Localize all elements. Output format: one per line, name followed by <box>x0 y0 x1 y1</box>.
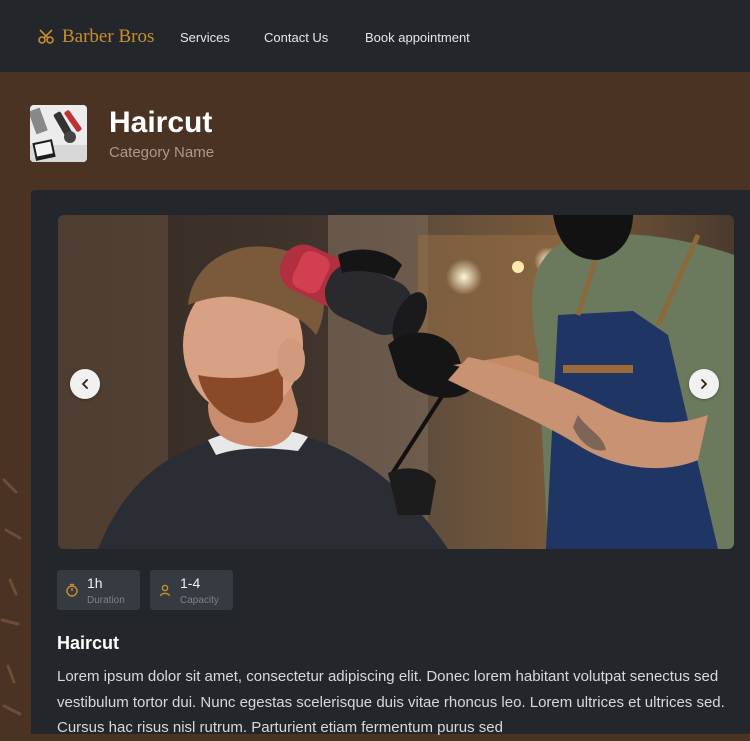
duration-label: Duration <box>87 595 125 606</box>
category-name: Category Name <box>109 144 215 161</box>
scissors-icon <box>38 29 54 44</box>
capacity-stat: 1-4 Capacity <box>150 570 233 610</box>
capacity-value: 1-4 <box>180 575 201 591</box>
top-navbar: Barber Bros Services Contact Us Book app… <box>0 0 750 72</box>
brand-name: Barber Bros <box>62 26 155 47</box>
duration-value: 1h <box>87 575 103 591</box>
timer-icon <box>66 583 78 597</box>
carousel-prev-button[interactable] <box>70 369 100 399</box>
decorative-lines <box>0 478 22 716</box>
person-icon <box>159 584 171 597</box>
haircut-photo <box>58 215 734 549</box>
category-thumbnail <box>30 105 87 162</box>
chevron-left-icon <box>82 379 88 389</box>
capacity-label: Capacity <box>180 595 219 606</box>
service-title: Haircut <box>57 633 120 653</box>
nav-services-link[interactable]: Services <box>180 30 230 45</box>
chevron-right-icon <box>701 379 707 389</box>
nav-book-link[interactable]: Book appointment <box>365 30 470 45</box>
carousel-next-button[interactable] <box>689 369 719 399</box>
brand-logo[interactable]: Barber Bros <box>38 25 154 49</box>
nav-contact-link[interactable]: Contact Us <box>264 30 328 45</box>
service-description: Lorem ipsum dolor sit amet, consectetur … <box>57 668 725 736</box>
page-title: Haircut <box>109 106 213 139</box>
image-carousel[interactable] <box>58 215 734 549</box>
duration-stat: 1h Duration <box>57 570 140 610</box>
